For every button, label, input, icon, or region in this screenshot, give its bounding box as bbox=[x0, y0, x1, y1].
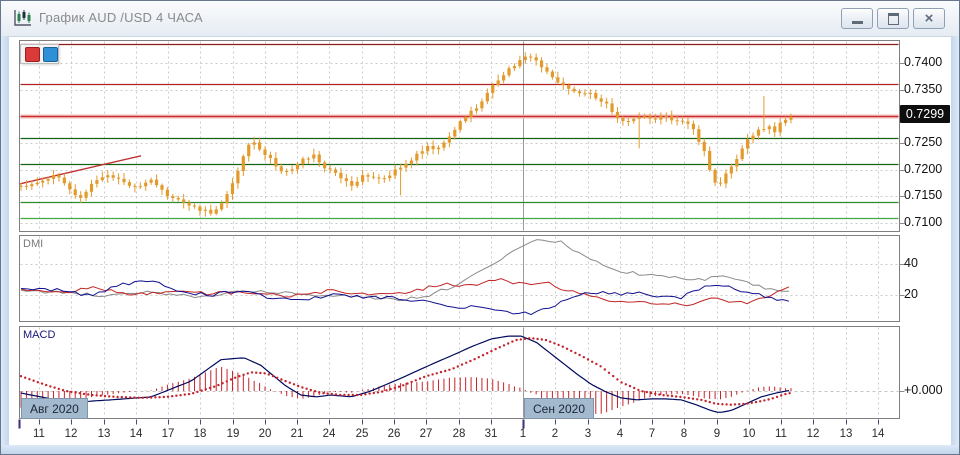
x-axis-label: 17 bbox=[155, 428, 181, 440]
x-axis-label: 20 bbox=[252, 428, 278, 440]
price-axis-label: 0.7250 bbox=[904, 135, 942, 149]
macd-panel-label: MACD bbox=[23, 329, 55, 341]
x-axis-label: 31 bbox=[478, 428, 504, 440]
x-axis-label: 11 bbox=[26, 428, 52, 440]
month-badge-sep[interactable]: Сен 2020 bbox=[524, 398, 594, 419]
x-axis-label: 27 bbox=[413, 428, 439, 440]
price-axis-label: 0.7400 bbox=[904, 55, 942, 69]
dmi-scale-label: 40 bbox=[904, 256, 918, 270]
price-axis-label: 0.7200 bbox=[904, 162, 942, 176]
x-axis-label: 10 bbox=[736, 428, 762, 440]
price-axis-label: 0.7100 bbox=[904, 215, 942, 229]
dmi-panel-label: DMI bbox=[23, 238, 43, 250]
x-axis-label: 24 bbox=[316, 428, 342, 440]
price-axis-label: 0.7150 bbox=[904, 188, 942, 202]
x-axis-label: 2 bbox=[542, 428, 568, 440]
x-axis-label: 4 bbox=[607, 428, 633, 440]
x-axis-label: 12 bbox=[800, 428, 826, 440]
red-square-tool-button[interactable] bbox=[25, 47, 40, 62]
x-axis-label: 26 bbox=[381, 428, 407, 440]
blue-square-tool-button[interactable] bbox=[43, 47, 58, 62]
x-axis-label: 25 bbox=[349, 428, 375, 440]
month-badge-aug[interactable]: Авг 2020 bbox=[21, 398, 88, 419]
price-axis-label: 0.7350 bbox=[904, 82, 942, 96]
x-axis-label: 13 bbox=[833, 428, 859, 440]
x-axis-label: 3 bbox=[575, 428, 601, 440]
candles-layer bbox=[19, 52, 792, 217]
x-axis-label: 14 bbox=[865, 428, 891, 440]
current-price-tag: 0.7299 bbox=[900, 105, 950, 123]
macd-signal-dots-layer bbox=[20, 337, 791, 406]
dmi-scale-label: 20 bbox=[904, 287, 918, 301]
x-axis-label: 13 bbox=[91, 428, 117, 440]
x-axis-label: 18 bbox=[187, 428, 213, 440]
x-axis-label: 8 bbox=[671, 428, 697, 440]
macd-zero-label: +0.000 bbox=[904, 383, 943, 397]
x-axis-label: 7 bbox=[639, 428, 665, 440]
x-axis-label: 19 bbox=[220, 428, 246, 440]
grid-layer bbox=[21, 42, 899, 418]
x-axis-label: 1 bbox=[510, 428, 536, 440]
x-axis-label: 21 bbox=[284, 428, 310, 440]
chart-window: График AUD /USD 4 ЧАСА × DMI MACD 0.7299… bbox=[0, 0, 960, 455]
chart-canvas bbox=[1, 1, 959, 454]
x-axis-label: 14 bbox=[123, 428, 149, 440]
x-axis-label: 11 bbox=[768, 428, 794, 440]
x-axis-label: 28 bbox=[446, 428, 472, 440]
x-axis-label: 9 bbox=[704, 428, 730, 440]
chart-mini-toolbar bbox=[20, 44, 59, 64]
x-axis-label: 12 bbox=[58, 428, 84, 440]
